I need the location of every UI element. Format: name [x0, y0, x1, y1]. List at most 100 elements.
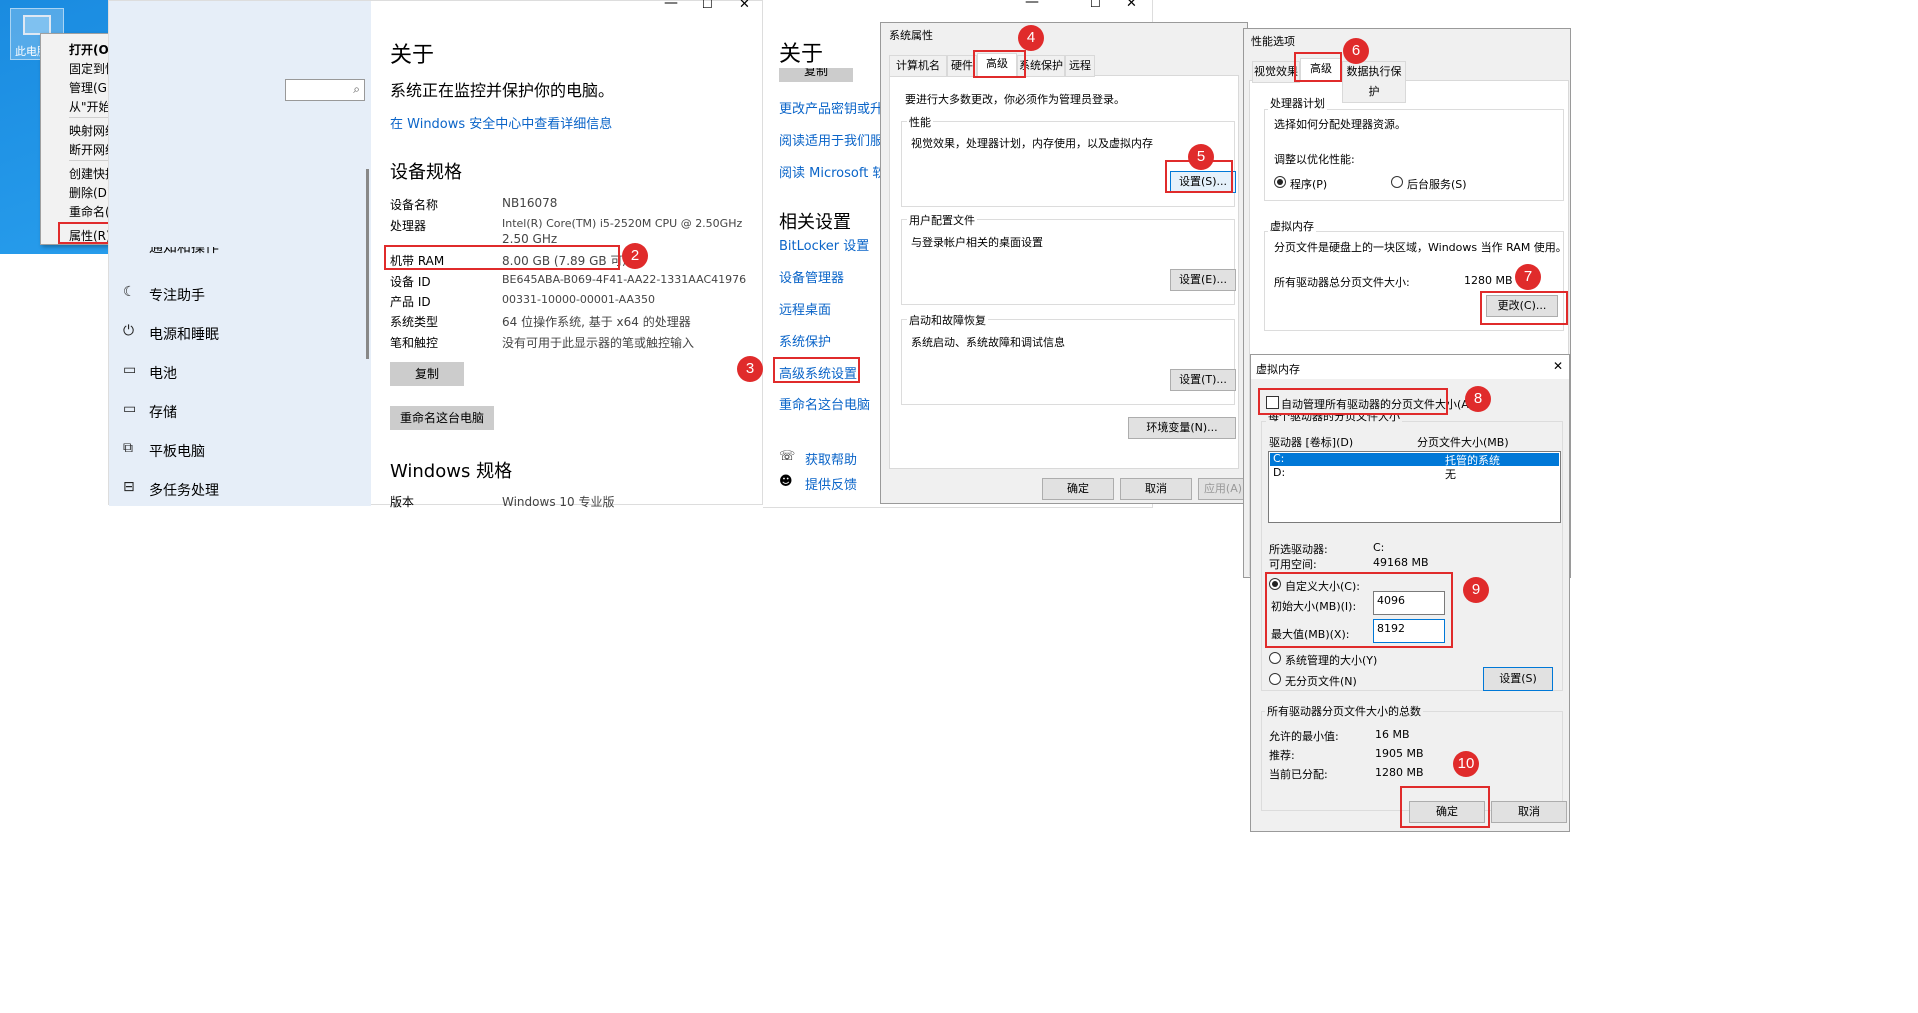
radio-no-paging-label: 无分页文件(N): [1285, 675, 1357, 688]
spec-value-system-type: 64 位操作系统, 基于 x64 的处理器: [502, 315, 691, 329]
feedback-icon: ☻: [779, 474, 793, 489]
nav-battery[interactable]: 电池: [149, 363, 177, 383]
copy-button-label: 复制: [803, 68, 828, 78]
spec-value-device-name: NB16078: [502, 196, 558, 210]
cancel-button[interactable]: 取消: [1120, 478, 1192, 500]
nav-focus-assist[interactable]: 专注助手: [149, 285, 205, 305]
system-properties-dialog: 系统属性 计算机名 硬件 高级 系统保护 远程 要进行大多数更改，你必须作为管理…: [880, 22, 1248, 504]
remote-desktop-link[interactable]: 远程桌面: [779, 299, 831, 318]
radio-system-managed[interactable]: [1269, 652, 1281, 664]
minimize-icon[interactable]: —: [664, 0, 678, 11]
system-protection-link[interactable]: 系统保护: [779, 331, 831, 350]
search-icon: ⌕: [353, 82, 360, 96]
highlight-advanced-tab: [973, 50, 1026, 78]
highlight-ram: [384, 245, 620, 270]
current-allocated-label: 当前已分配:: [1269, 768, 1328, 781]
close-icon[interactable]: ✕: [1126, 0, 1137, 11]
free-space-value: 49168 MB: [1373, 556, 1429, 569]
drive-row-selected[interactable]: [1270, 453, 1559, 466]
column-drive: 驱动器 [卷标](D): [1269, 436, 1354, 449]
performance-desc: 视觉效果，处理器计划，内存使用，以及虚拟内存: [911, 137, 1153, 150]
user-profiles-desc: 与登录帐户相关的桌面设置: [911, 236, 1043, 249]
step-marker: 2: [622, 243, 648, 269]
processor-scheduling-desc: 选择如何分配处理器资源。: [1274, 118, 1406, 131]
highlight-custom-size: [1265, 572, 1453, 648]
menu-manage[interactable]: 管理(G): [69, 79, 112, 96]
nav-power-sleep[interactable]: 电源和睡眠: [149, 324, 219, 344]
copy-button-partial[interactable]: 复制: [779, 68, 853, 82]
minimize-icon[interactable]: —: [1025, 0, 1039, 10]
multitask-icon: ⊟: [123, 479, 135, 495]
radio-background-label: 后台服务(S): [1407, 178, 1467, 191]
startup-settings-button[interactable]: 设置(T)...: [1170, 369, 1236, 391]
radio-system-managed-label: 系统管理的大小(Y): [1285, 654, 1378, 667]
cancel-button[interactable]: 取消: [1491, 801, 1567, 823]
edition-value: Windows 10 专业版: [502, 495, 615, 509]
maximize-icon[interactable]: ☐: [702, 0, 713, 11]
radio-no-paging[interactable]: [1269, 673, 1281, 685]
tab-dep[interactable]: 数据执行保护: [1342, 61, 1406, 103]
spec-label-product-id: 产品 ID: [390, 295, 431, 309]
step-marker: 3: [737, 356, 763, 382]
device-specs-title: 设备规格: [390, 162, 462, 183]
environment-variables-button[interactable]: 环境变量(N)...: [1128, 417, 1236, 439]
edition-label: 版本: [390, 495, 415, 509]
step-marker: 5: [1188, 144, 1214, 170]
change-product-key-link[interactable]: 更改产品密钥或升级: [779, 98, 896, 117]
drive-d: D:: [1273, 466, 1286, 479]
nav-storage[interactable]: 存储: [149, 402, 177, 422]
ok-button[interactable]: 确定: [1042, 478, 1114, 500]
device-manager-link[interactable]: 设备管理器: [779, 267, 844, 286]
nav-tablet[interactable]: 平板电脑: [149, 441, 205, 461]
spec-value-device-id: BE645ABA-B069-4F41-AA22-1331AAC41976: [502, 273, 747, 286]
set-button[interactable]: 设置(S): [1483, 667, 1553, 691]
step-marker: 7: [1515, 264, 1541, 290]
dialog-title: 虚拟内存: [1256, 363, 1300, 376]
maximize-icon[interactable]: ☐: [1090, 0, 1101, 10]
sidebar-scrollbar[interactable]: [366, 169, 369, 359]
rename-pc-link[interactable]: 重命名这台电脑: [779, 394, 870, 413]
recommended-label: 推荐:: [1269, 749, 1295, 762]
rename-pc-button[interactable]: 重命名这台电脑: [390, 406, 494, 430]
selected-drive-value: C:: [1373, 541, 1385, 554]
virtual-memory-label: 虚拟内存: [1268, 218, 1316, 234]
recommended-value: 1905 MB: [1375, 747, 1424, 760]
copy-button[interactable]: 复制: [390, 362, 464, 386]
total-paging-value: 1280 MB: [1464, 274, 1513, 287]
moon-icon: ☾: [123, 284, 136, 300]
close-icon[interactable]: ✕: [1553, 359, 1563, 373]
nav-notifications-partial[interactable]: 通知和操作: [149, 247, 219, 255]
security-center-link[interactable]: 在 Windows 安全中心中查看详细信息: [390, 113, 612, 132]
services-agreement-link[interactable]: 阅读适用于我们服务: [779, 130, 896, 149]
spec-value-product-id: 00331-10000-00001-AA350: [502, 293, 655, 306]
drive-c: C:: [1273, 452, 1285, 465]
menu-delete[interactable]: 删除(D): [69, 184, 112, 201]
total-group-label: 所有驱动器分页文件大小的总数: [1265, 703, 1423, 719]
admin-note: 要进行大多数更改，你必须作为管理员登录。: [905, 93, 1125, 106]
radio-programs[interactable]: [1274, 176, 1286, 188]
tab-visual-effects[interactable]: 视觉效果: [1252, 61, 1300, 83]
step-marker: 4: [1018, 25, 1044, 51]
radio-programs-label: 程序(P): [1290, 178, 1328, 191]
settings-search-box[interactable]: ⌕: [285, 79, 365, 101]
feedback-link[interactable]: 提供反馈: [805, 474, 857, 493]
apply-button[interactable]: 应用(A): [1198, 478, 1248, 500]
bitlocker-link[interactable]: BitLocker 设置: [779, 235, 869, 254]
nav-multitasking[interactable]: 多任务处理: [149, 480, 219, 500]
min-allowed-label: 允许的最小值:: [1269, 730, 1339, 743]
performance-label: 性能: [907, 114, 933, 130]
tab-remote[interactable]: 远程: [1065, 55, 1095, 77]
close-icon[interactable]: ✕: [739, 0, 750, 12]
tab-computer-name[interactable]: 计算机名: [889, 55, 947, 77]
highlight-ok-button: [1400, 786, 1490, 828]
get-help-link[interactable]: 获取帮助: [805, 449, 857, 468]
about-subtitle: 系统正在监控并保护你的电脑。: [390, 81, 615, 100]
adjust-label: 调整以优化性能:: [1274, 153, 1355, 166]
help-icon: ☏: [779, 449, 796, 464]
spec-label-processor: 处理器: [390, 219, 427, 233]
radio-background-services[interactable]: [1391, 176, 1403, 188]
highlight-auto-manage: [1258, 388, 1448, 415]
tablet-icon: ⧉: [123, 440, 133, 456]
virtual-memory-desc: 分页文件是硬盘上的一块区域，Windows 当作 RAM 使用。: [1274, 241, 1567, 254]
user-profiles-settings-button[interactable]: 设置(E)...: [1170, 269, 1236, 291]
